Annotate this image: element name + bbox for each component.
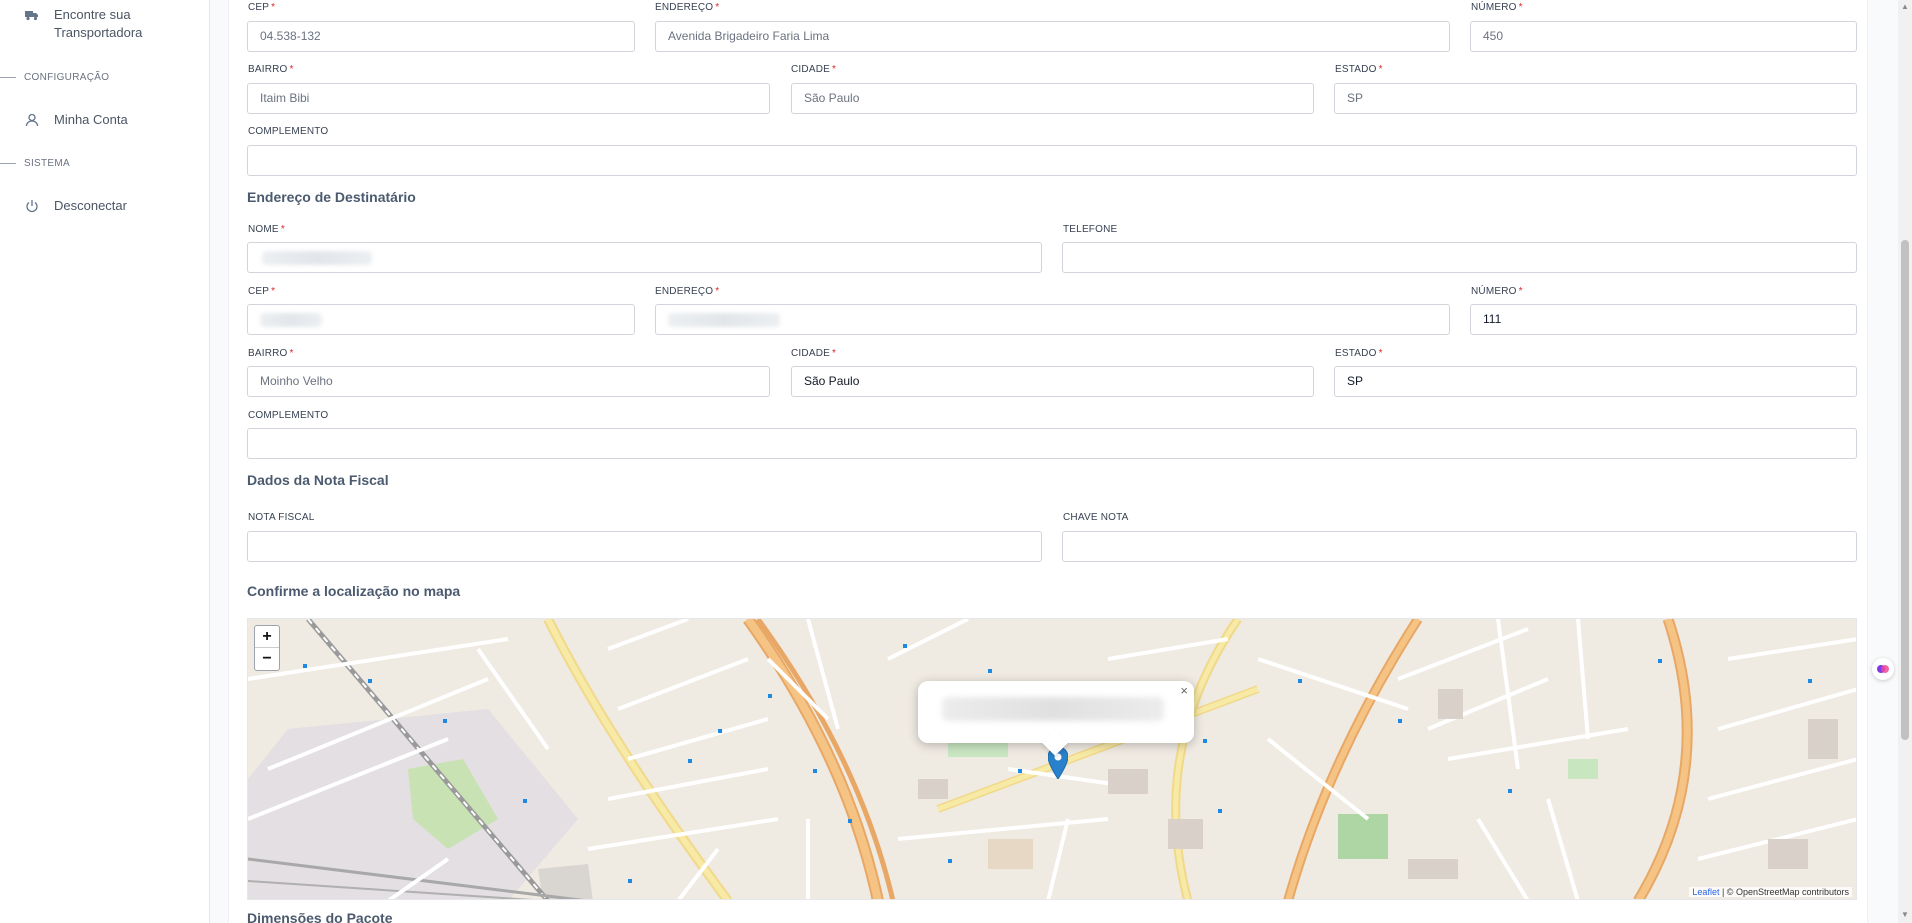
sidebar-item-account[interactable]: Minha Conta: [24, 111, 128, 129]
sender-number-field[interactable]: 450: [1470, 21, 1857, 52]
sender-complement-label: COMPLEMENTO: [248, 126, 329, 137]
sender-address-label: ENDEREÇO *: [655, 2, 720, 13]
user-icon: [24, 112, 40, 128]
package-dimensions-title: Dimensões do Pacote: [247, 910, 393, 923]
recipient-number-field[interactable]: 111: [1470, 304, 1857, 335]
sender-city-field[interactable]: São Paulo: [791, 83, 1314, 114]
sender-complement-field[interactable]: [247, 145, 1857, 176]
scrollbar-thumb[interactable]: [1901, 240, 1909, 740]
sidebar-item-label: Encontre sua Transportadora: [54, 7, 143, 40]
sidebar: Encontre sua Transportadora CONFIGURAÇÃO …: [0, 0, 210, 923]
sidebar-item-find-carrier[interactable]: Encontre sua Transportadora: [24, 6, 142, 42]
popup-close-button[interactable]: ×: [1180, 683, 1188, 698]
recipient-cep-label: CEP *: [248, 286, 276, 297]
sidebar-item-label: Desconectar: [54, 198, 127, 213]
scroll-up-icon[interactable]: ▲: [1901, 3, 1909, 11]
recipient-cep-field[interactable]: [247, 304, 635, 335]
location-map[interactable]: + − × Leaflet | © OpenStreetMap contribu…: [247, 618, 1857, 900]
map-section-title: Confirme a localização no mapa: [247, 583, 461, 599]
invoice-number-field[interactable]: [247, 531, 1042, 562]
recipient-district-field[interactable]: Moinho Velho: [247, 366, 770, 397]
recipient-state-field[interactable]: SP: [1334, 366, 1857, 397]
recipient-state-label: ESTADO *: [1335, 348, 1383, 359]
recipient-phone-label: TELEFONE: [1063, 224, 1118, 235]
map-attribution: Leaflet | © OpenStreetMap contributors: [1689, 887, 1852, 897]
recipient-phone-field[interactable]: [1062, 242, 1857, 273]
section-sistema: SISTEMA: [0, 158, 70, 169]
sender-cep-field[interactable]: 04.538-132: [247, 21, 635, 52]
sender-district-label: BAIRRO *: [248, 64, 294, 75]
invoice-number-label: NOTA FISCAL: [248, 512, 315, 523]
recipient-section-title: Endereço de Destinatário: [247, 189, 416, 205]
recipient-address-field[interactable]: [655, 304, 1450, 335]
map-popup: ×: [918, 681, 1194, 756]
extension-icon[interactable]: [1872, 658, 1894, 680]
sender-state-label: ESTADO *: [1335, 64, 1383, 75]
sender-cep-label: CEP *: [248, 2, 276, 13]
recipient-city-field[interactable]: São Paulo: [791, 366, 1314, 397]
recipient-number-label: NÚMERO *: [1471, 286, 1523, 297]
power-icon: [24, 198, 40, 214]
invoice-key-field[interactable]: [1062, 531, 1857, 562]
scroll-down-icon[interactable]: ▼: [1901, 911, 1909, 919]
sidebar-item-label: Minha Conta: [54, 112, 128, 127]
recipient-address-label: ENDEREÇO *: [655, 286, 720, 297]
sender-city-label: CIDADE *: [791, 64, 837, 75]
page-scrollbar[interactable]: ▲ ▼: [1898, 0, 1912, 923]
sender-address-field[interactable]: Avenida Brigadeiro Faria Lima: [655, 21, 1450, 52]
popup-content: [942, 697, 1164, 721]
recipient-complement-field[interactable]: [247, 428, 1857, 459]
recipient-complement-label: COMPLEMENTO: [248, 410, 329, 421]
sender-number-label: NÚMERO *: [1471, 2, 1523, 13]
sender-district-field[interactable]: Itaim Bibi: [247, 83, 770, 114]
invoice-section-title: Dados da Nota Fiscal: [247, 472, 389, 488]
zoom-out-button[interactable]: −: [255, 648, 279, 670]
recipient-name-field[interactable]: [247, 242, 1042, 273]
sender-state-field[interactable]: SP: [1334, 83, 1857, 114]
recipient-name-label: NOME *: [248, 224, 285, 235]
map-zoom-control: + −: [254, 625, 280, 671]
section-configuracao: CONFIGURAÇÃO: [0, 72, 109, 83]
recipient-district-label: BAIRRO *: [248, 348, 294, 359]
truck-icon: [24, 7, 40, 23]
invoice-key-label: CHAVE NOTA: [1063, 512, 1129, 523]
recipient-city-label: CIDADE *: [791, 348, 837, 359]
leaflet-link[interactable]: Leaflet: [1692, 887, 1719, 897]
sidebar-item-logout[interactable]: Desconectar: [24, 197, 127, 215]
zoom-in-button[interactable]: +: [255, 626, 279, 648]
